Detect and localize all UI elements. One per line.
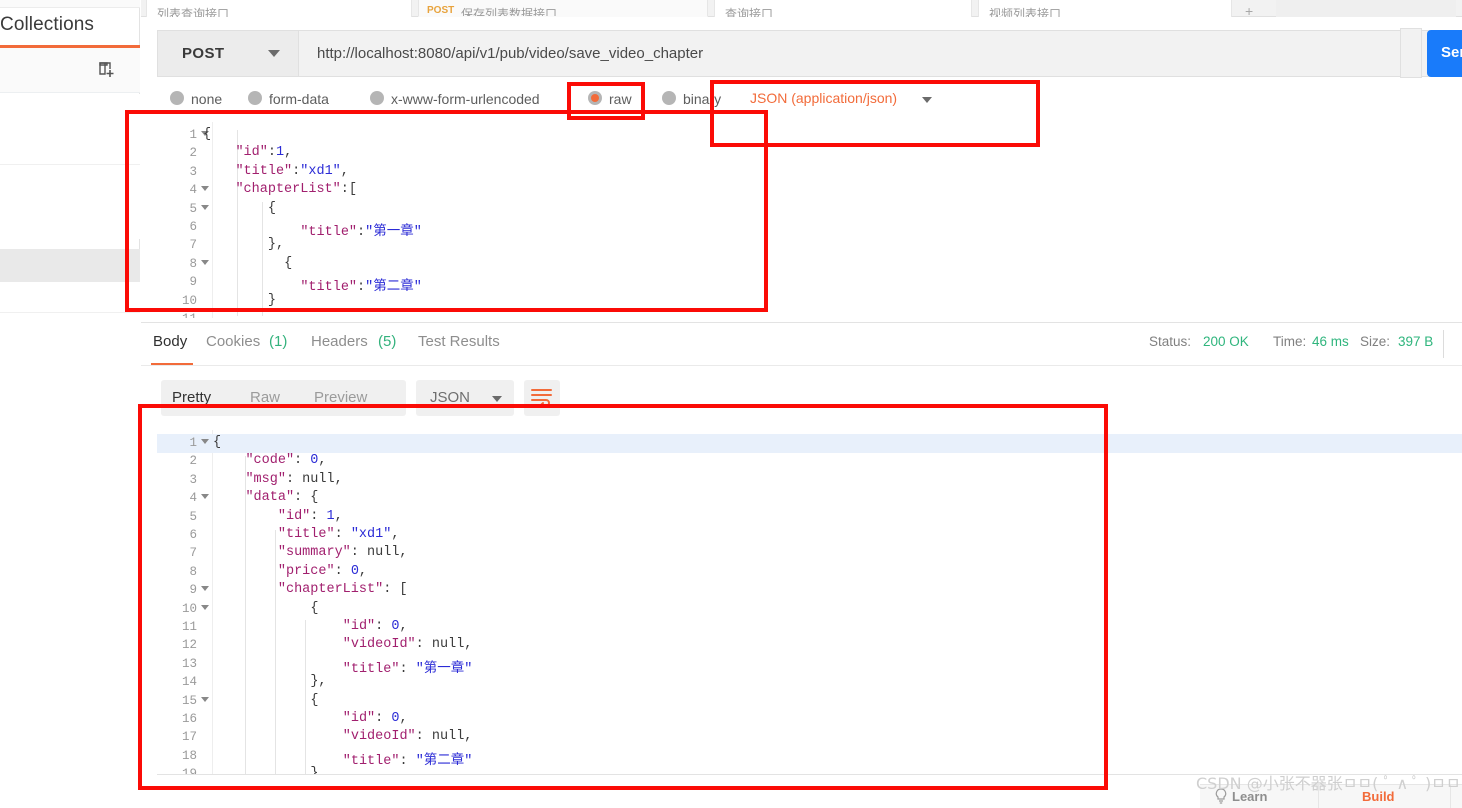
send-button[interactable]: Send xyxy=(1427,30,1462,77)
url-bar-right-filler xyxy=(1400,28,1422,78)
response-divider xyxy=(141,322,1462,323)
status-label: Status: xyxy=(1149,334,1192,349)
annotation-box-request-body xyxy=(125,110,768,312)
request-tab-label: 查询接口 xyxy=(725,7,774,17)
annotation-box-raw-radio xyxy=(567,82,645,120)
request-tab[interactable]: 视频列表接口 xyxy=(978,0,1232,17)
radio-icon[interactable] xyxy=(248,91,262,105)
sidebar-list-item-selected[interactable] xyxy=(0,249,140,282)
request-tab-active[interactable]: POST 保存列表数据接口 xyxy=(418,0,708,17)
body-type-label: x-www-form-urlencoded xyxy=(391,91,540,107)
new-tab-plus-icon[interactable]: + xyxy=(1245,3,1253,19)
request-tab-method: POST xyxy=(427,5,455,16)
size-label: Size: xyxy=(1360,334,1391,349)
tab-overflow-area xyxy=(1276,0,1456,17)
sidebar-list-item[interactable] xyxy=(0,94,140,164)
cookies-count: (1) xyxy=(269,333,288,350)
collections-title: Collections xyxy=(0,14,95,35)
chevron-down-icon[interactable] xyxy=(492,396,502,402)
headers-count: (5) xyxy=(378,333,397,350)
request-tab-label: 保存列表数据接口 xyxy=(461,7,558,17)
line-number: 11 xyxy=(157,312,197,318)
tab-headers[interactable]: Headers xyxy=(311,333,368,350)
sidebar: Collections xyxy=(0,0,140,808)
http-method-select[interactable]: POST xyxy=(157,30,298,77)
body-type-label: none xyxy=(191,91,223,107)
http-method-label: POST xyxy=(182,45,225,62)
radio-icon[interactable] xyxy=(170,91,184,105)
send-button-label: Send xyxy=(1441,44,1462,61)
time-label: Time: xyxy=(1273,334,1307,349)
sidebar-empty-area xyxy=(0,312,140,808)
status-divider xyxy=(1443,330,1444,358)
csdn-watermark: CSDN @小张不器张ㅁㅁ( ﾟ ∧ ﾟ )ㅁㅁ xyxy=(1196,774,1461,793)
request-tab[interactable]: 查询接口 xyxy=(714,0,972,17)
time-value: 46 ms xyxy=(1312,334,1349,349)
radio-icon[interactable] xyxy=(370,91,384,105)
url-input-value: http://localhost:8080/api/v1/pub/video/s… xyxy=(317,45,704,62)
request-tab-label: 视频列表接口 xyxy=(989,7,1062,17)
body-type-label: form-data xyxy=(269,91,329,107)
tab-test-results[interactable]: Test Results xyxy=(418,333,500,350)
sidebar-list-item[interactable] xyxy=(0,282,140,308)
tab-cookies[interactable]: Cookies xyxy=(206,333,260,350)
url-input[interactable]: http://localhost:8080/api/v1/pub/video/s… xyxy=(298,30,1462,77)
request-tab-label: 列表查询接口 xyxy=(157,7,230,17)
size-value: 397 B xyxy=(1398,334,1434,349)
request-tab[interactable]: 列表查询接口 xyxy=(146,0,412,17)
new-folder-row[interactable] xyxy=(0,48,140,93)
request-tab-strip: 列表查询接口 POST 保存列表数据接口 查询接口 视频列表接口 + xyxy=(141,0,1462,19)
new-folder-icon[interactable] xyxy=(98,60,118,80)
sidebar-top-strip xyxy=(0,0,140,8)
tab-body[interactable]: Body xyxy=(153,333,187,350)
radio-icon[interactable] xyxy=(662,91,676,105)
status-value: 200 OK xyxy=(1203,334,1249,349)
response-tabs-underline xyxy=(141,365,1462,366)
postman-window: Collections 列表查询接口 POST 保存列表数据接口 查询接口 视频… xyxy=(0,0,1462,808)
annotation-box-json-format xyxy=(710,80,1040,147)
sidebar-list-item[interactable] xyxy=(0,164,140,239)
annotation-box-response-body xyxy=(138,404,1108,790)
chevron-down-icon[interactable] xyxy=(268,50,280,57)
